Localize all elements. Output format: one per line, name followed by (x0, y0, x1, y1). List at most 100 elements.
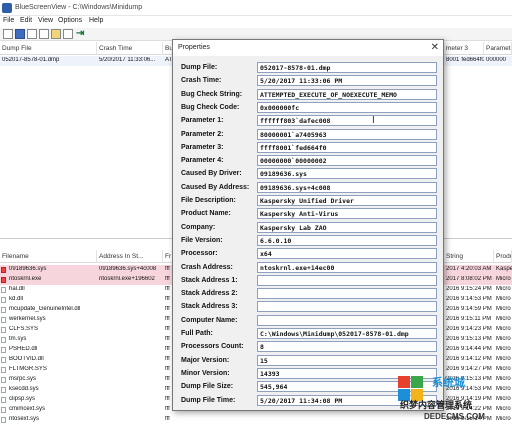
processor-field[interactable]: x64 (257, 248, 437, 260)
file-icon (1, 357, 6, 363)
file-icon (1, 387, 6, 393)
file-icon (1, 297, 6, 303)
file-icon (1, 367, 6, 373)
product-name-label: Product Name: (181, 210, 231, 218)
refresh-icon[interactable] (63, 29, 73, 39)
caused-by-driver-label: Caused By Driver: (181, 170, 242, 178)
dump-file-cell: 052017-8578-01.dmp (2, 57, 60, 63)
file-icon (1, 397, 6, 403)
major-version-field[interactable]: 15 (257, 354, 437, 366)
file-icon (1, 407, 6, 413)
column-filename[interactable]: Filename (0, 250, 97, 263)
parameter-3-label: Parameter 3: (181, 143, 224, 151)
crash-address-field[interactable]: ntoskrnl.exe+14ec00 (257, 261, 437, 273)
full-path-label: Full Path: (181, 330, 213, 337)
properties-icon[interactable] (51, 29, 61, 39)
parameter-2-label: Parameter 2: (181, 130, 224, 138)
computer-name-field[interactable] (257, 314, 437, 326)
parameter-2-field[interactable]: 80000001`a7405963 (257, 128, 437, 140)
exit-icon[interactable]: ⇥ (76, 29, 86, 39)
column-product[interactable]: Produ (494, 250, 512, 263)
file-icon (1, 267, 6, 273)
text-cursor-icon: I (372, 115, 375, 126)
filename-cell: ntosext.sys (9, 416, 40, 422)
caused-by-address-label: Caused By Address: (181, 183, 250, 191)
parameter-4-field[interactable]: 00000000`00000002 (257, 155, 437, 167)
open-icon[interactable] (3, 29, 13, 39)
copy-icon[interactable] (27, 29, 37, 39)
menu-file[interactable]: File (3, 17, 14, 24)
minor-version-label: Minor Version: (181, 369, 230, 377)
bug-check-string-field[interactable]: ATTEMPTED_EXECUTE_OF_NOEXECUTE_MEMO (257, 88, 437, 100)
menu-edit[interactable]: Edit (20, 17, 32, 24)
file-icon (1, 277, 6, 283)
processors-count-label: Processors Count: (181, 343, 244, 351)
crash-address-label: Crash Address: (181, 263, 233, 271)
parameter-3-cell: 8001`fed664f0 (446, 57, 484, 63)
column-parameter-3[interactable]: meter 3 (444, 42, 484, 55)
parameter-1-field[interactable]: ffffff803`dafec008 (257, 115, 437, 127)
menu-help[interactable]: Help (89, 17, 103, 24)
dump-file-field[interactable]: 052017-8578-01.dmp (257, 62, 437, 73)
file-version-field[interactable]: 6.6.0.10 (257, 234, 437, 246)
bug-check-code-label: Bug Check Code: (181, 103, 240, 111)
file-icon (1, 317, 6, 323)
properties-dialog: Properties ✕ Dump File: 052017-8578-01.dm… (172, 39, 444, 411)
file-icon (1, 307, 6, 313)
file-icon (1, 287, 6, 293)
watermark-domain: DEDECMS.COM (424, 412, 485, 421)
dump-file-label: Dump File: (181, 64, 218, 71)
from-address-cell: fff (165, 416, 170, 422)
menu-bar: File Edit View Options Help (0, 16, 512, 28)
dialog-title: Properties (178, 44, 210, 51)
file-icon (1, 327, 6, 333)
save-icon[interactable] (15, 29, 25, 39)
processors-count-field[interactable]: 8 (257, 341, 437, 353)
company-field[interactable]: Kaspersky Lab ZAO (257, 221, 437, 233)
computer-name-label: Computer Name: (181, 316, 238, 324)
column-string[interactable]: String (444, 250, 494, 263)
major-version-label: Major Version: (181, 356, 230, 364)
menu-options[interactable]: Options (58, 17, 82, 24)
window-title: BlueScreenView - C:\Windows\Minidump (15, 4, 143, 11)
parameter-3-field[interactable]: ffff8001`fed664f0 (257, 141, 437, 153)
dump-file-size-label: Dump File Size: (181, 383, 234, 391)
file-icon (1, 347, 6, 353)
stack-address-3-label: Stack Address 3: (181, 303, 238, 311)
stack-address-1-field[interactable] (257, 274, 437, 286)
column-crash-time[interactable]: Crash Time (97, 42, 163, 55)
close-icon[interactable]: ✕ (431, 42, 439, 53)
logo-quadrant (398, 376, 410, 388)
app-icon (2, 3, 12, 13)
parameter-4-label: Parameter 4: (181, 157, 224, 165)
menu-view[interactable]: View (38, 17, 53, 24)
caused-by-address-field[interactable]: 09189636.sys+4c008 (257, 181, 437, 193)
file-icon (1, 417, 6, 423)
caused-by-driver-field[interactable]: 09189636.sys (257, 168, 437, 180)
file-icon (1, 377, 6, 383)
bug-check-string-label: Bug Check String: (181, 90, 243, 98)
address-cell (97, 416, 163, 426)
column-parameter-4[interactable]: Parameter 4 (484, 42, 512, 55)
processor-label: Processor: (181, 250, 218, 258)
logo-quadrant (411, 376, 423, 388)
crash-time-cell: 5/20/2017 11:33:06... (99, 57, 156, 63)
stack-address-2-label: Stack Address 2: (181, 290, 238, 298)
dialog-title-bar: Properties ✕ (173, 40, 443, 56)
file-version-label: File Version: (181, 236, 223, 244)
stack-address-2-field[interactable] (257, 288, 437, 300)
column-dump-file[interactable]: Dump File (0, 42, 97, 55)
column-address-in-stack[interactable]: Address In St... (97, 250, 163, 263)
bug-check-code-field[interactable]: 0x000000fc (257, 101, 437, 113)
full-path-field[interactable]: C:\Windows\Minidump\052017-8578-01.dmp (257, 328, 437, 339)
product-name-field[interactable]: Kaspersky Anti-Virus (257, 208, 437, 220)
watermark-subtitle: 织梦内容管理系统 (400, 400, 473, 410)
file-description-field[interactable]: Kaspersky Unified Driver (257, 195, 437, 206)
stack-address-3-field[interactable] (257, 301, 437, 313)
file-description-label: File Description: (181, 197, 236, 204)
company-label: Company: (181, 223, 216, 231)
watermark-brand: 系统城 (432, 377, 465, 389)
html-report-icon[interactable] (39, 29, 49, 39)
crash-time-field[interactable]: 5/20/2017 11:33:06 PM (257, 75, 437, 87)
dump-file-time-label: Dump File Time: (181, 396, 236, 404)
